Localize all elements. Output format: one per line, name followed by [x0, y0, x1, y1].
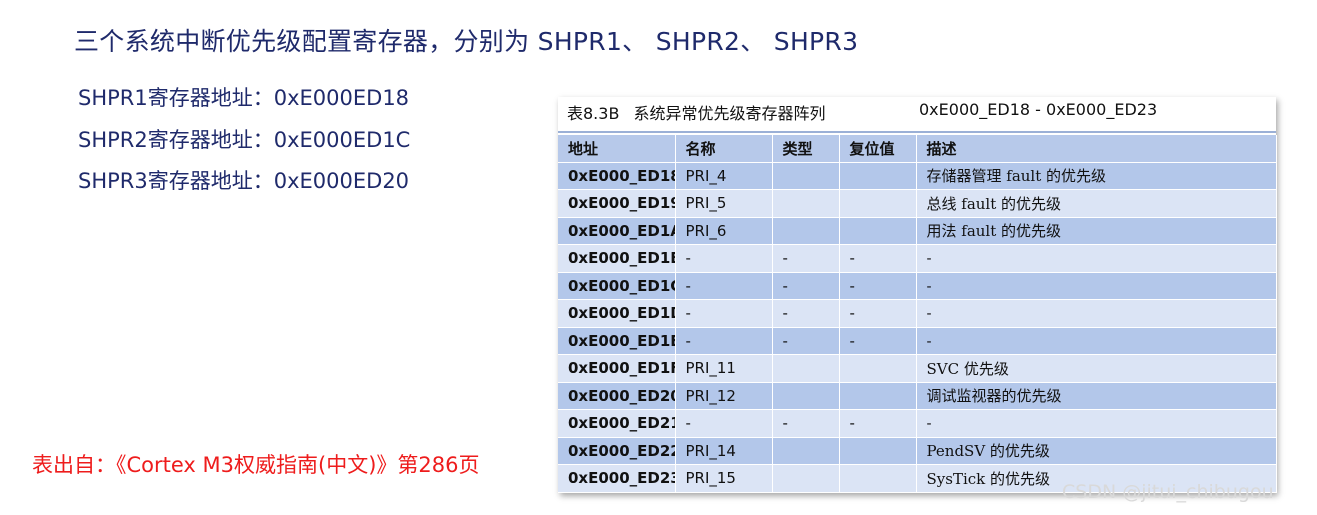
name-cell: -	[675, 327, 773, 355]
watermark: CSDN @jitui_chibugou	[1062, 481, 1274, 503]
address-cell: 0xE000_ED20	[558, 382, 676, 410]
register-table: 地址 名称 类型 复位值 描述 0xE000_ED18 PRI_4 存储器管理 fa…	[558, 135, 1277, 493]
description-cell: 调试监视器的优先级	[916, 382, 1277, 410]
reset-value-cell	[839, 189, 917, 218]
table-row: 0xE000_ED22 PRI_14 PendSV 的优先级	[558, 437, 1277, 465]
type-cell: -	[772, 409, 840, 438]
name-cell: PRI_12	[675, 382, 773, 410]
name-cell: -	[675, 272, 773, 300]
address-cell: 0xE000_ED1A	[558, 217, 676, 245]
reset-value-cell: -	[839, 409, 917, 438]
type-cell	[772, 354, 840, 383]
header-address: 地址	[558, 135, 676, 163]
address-cell: 0xE000_ED1C	[558, 272, 676, 300]
address-cell: 0xE000_ED18	[558, 162, 676, 190]
table-row: 0xE000_ED21- - - -	[558, 409, 1277, 438]
caption-divider	[558, 131, 1276, 133]
type-cell	[772, 189, 840, 218]
type-cell	[772, 217, 840, 245]
type-cell	[772, 162, 840, 190]
table-row: 0xE000_ED1F PRI_11 SVC 优先级	[558, 354, 1277, 383]
header-description: 描述	[916, 135, 1277, 163]
table-caption-title: 系统异常优先级寄存器阵列	[633, 104, 826, 123]
name-cell: -	[675, 409, 773, 438]
register-table-panel: 表8.3B 系统异常优先级寄存器阵列 0xE000_ED18 - 0xE000_E…	[558, 97, 1277, 493]
table-row: 0xE000_ED19 PRI_5 总线 fault 的优先级	[558, 189, 1277, 218]
header-type: 类型	[772, 135, 840, 163]
table-row: 0xE000_ED1E - - - -	[558, 327, 1277, 355]
source-note: 表出自：《Cortex M3权威指南(中文)》第286页	[32, 453, 480, 477]
address-cell: 0xE000_ED22	[558, 437, 676, 465]
reset-value-cell	[839, 464, 917, 493]
address-cell: 0xE000_ED1B	[558, 244, 676, 273]
description-cell: -	[916, 327, 1277, 355]
header-reset-value: 复位值	[839, 135, 917, 163]
description-cell: -	[916, 409, 1277, 438]
table-row: 0xE000_ED1B - - - -	[558, 244, 1277, 273]
reset-value-cell	[839, 382, 917, 410]
type-cell: -	[772, 327, 840, 355]
table-row: 0xE000_ED20 PRI_12 调试监视器的优先级	[558, 382, 1277, 410]
table-row: 0xE000_ED18 PRI_4 存储器管理 fault 的优先级	[558, 162, 1277, 190]
description-cell: 用法 fault 的优先级	[916, 217, 1277, 245]
table-caption-number: 表8.3B	[567, 104, 620, 123]
address-cell: 0xE000_ED1F	[558, 354, 676, 383]
reset-value-cell	[839, 162, 917, 190]
table-caption-range: 0xE000_ED18 - 0xE000_ED23	[919, 100, 1158, 119]
name-cell: -	[675, 244, 773, 273]
name-cell: PRI_5	[675, 189, 773, 218]
name-cell: PRI_14	[675, 437, 773, 465]
table-caption: 表8.3B 系统异常优先级寄存器阵列 0xE000_ED18 - 0xE000_E…	[567, 100, 1157, 124]
description-cell: PendSV 的优先级	[916, 437, 1277, 465]
description-cell: -	[916, 244, 1277, 273]
reset-value-cell	[839, 437, 917, 465]
address-cell: 0xE000_ED23	[558, 464, 676, 493]
address-cell: 0xE000_ED1E	[558, 327, 676, 355]
description-cell: 总线 fault 的优先级	[916, 189, 1277, 218]
reset-value-cell: -	[839, 299, 917, 328]
reset-value-cell: -	[839, 244, 917, 273]
table-body: 0xE000_ED18 PRI_4 存储器管理 fault 的优先级 0xE000_E…	[558, 162, 1277, 493]
table-header-row: 地址 名称 类型 复位值 描述	[558, 135, 1277, 163]
reset-value-cell: -	[839, 327, 917, 355]
description-cell: -	[916, 299, 1277, 328]
page-title: 三个系统中断优先级配置寄存器，分别为 SHPR1、 SHPR2、 SHPR3	[74, 27, 859, 56]
name-cell: PRI_6	[675, 217, 773, 245]
type-cell	[772, 464, 840, 493]
type-cell: -	[772, 299, 840, 328]
table-row: 0xE000_ED1C - - - -	[558, 272, 1277, 300]
reset-value-cell	[839, 217, 917, 245]
shpr1-address-text: SHPR1寄存器地址：0xE000ED18	[78, 86, 410, 110]
name-cell: PRI_15	[675, 464, 773, 493]
address-cell: 0xE000_ED21	[558, 409, 676, 438]
address-cell: 0xE000_ED19	[558, 189, 676, 218]
reset-value-cell: -	[839, 272, 917, 300]
description-cell: -	[916, 272, 1277, 300]
name-cell: PRI_11	[675, 354, 773, 383]
reset-value-cell	[839, 354, 917, 383]
type-cell	[772, 382, 840, 410]
table-row: 0xE000_ED1D - - - -	[558, 299, 1277, 328]
description-cell: 存储器管理 fault 的优先级	[916, 162, 1277, 190]
description-cell: SVC 优先级	[916, 354, 1277, 383]
shpr2-address-text: SHPR2寄存器地址：0xE000ED1C	[78, 128, 411, 152]
type-cell: -	[772, 244, 840, 273]
address-cell: 0xE000_ED1D	[558, 299, 676, 328]
table-row: 0xE000_ED1A PRI_6 用法 fault 的优先级	[558, 217, 1277, 245]
type-cell: -	[772, 272, 840, 300]
shpr3-address-text: SHPR3寄存器地址：0xE000ED20	[78, 169, 410, 193]
header-name: 名称	[675, 135, 773, 163]
type-cell	[772, 437, 840, 465]
name-cell: PRI_4	[675, 162, 773, 190]
name-cell: -	[675, 299, 773, 328]
